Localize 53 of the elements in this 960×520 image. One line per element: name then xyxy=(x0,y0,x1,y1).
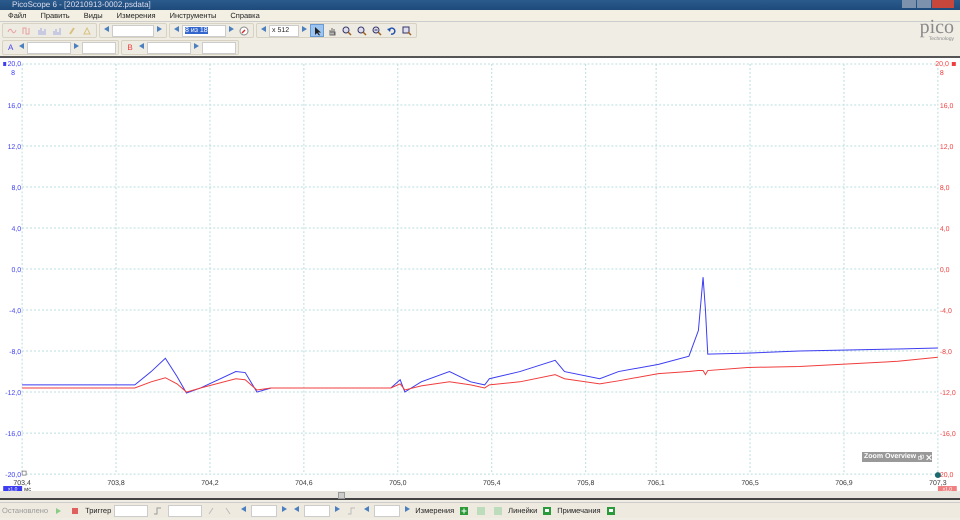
pointer-button[interactable] xyxy=(310,24,324,37)
channel-marker-icon xyxy=(952,62,956,66)
right-arrow-icon xyxy=(282,506,288,512)
input-field[interactable] xyxy=(374,504,400,516)
zoom-fit-button[interactable] xyxy=(400,24,414,37)
left-arrow-icon xyxy=(294,506,300,512)
left-arrow-icon xyxy=(174,26,179,32)
spectrum-view-icon xyxy=(37,26,47,36)
left-arrow-icon xyxy=(138,43,144,50)
undo-icon xyxy=(387,26,397,36)
compass-button[interactable] xyxy=(237,24,251,37)
zoom-in-button[interactable] xyxy=(340,24,354,37)
zoom-out-button[interactable] xyxy=(370,24,384,37)
spectrum-view-icon xyxy=(52,26,62,36)
close-icon xyxy=(926,454,932,460)
channel-button[interactable]: A xyxy=(5,41,16,54)
left-arrow-icon xyxy=(364,506,370,512)
zoom-in-button[interactable] xyxy=(355,24,369,37)
zoom-fit-icon xyxy=(402,26,412,36)
right-arrow-icon xyxy=(157,26,162,32)
pre-trigger-icon xyxy=(347,506,358,516)
left-arrow-icon xyxy=(241,506,246,512)
hand-icon xyxy=(327,26,337,36)
right-arrow-icon xyxy=(405,506,410,512)
right-arrow-icon xyxy=(335,506,340,512)
compass-icon xyxy=(239,26,249,36)
zoom-in-icon xyxy=(342,26,352,36)
right-arrow-icon xyxy=(302,26,307,32)
axis-handle-icon[interactable] xyxy=(934,472,941,478)
persistence-view-icon xyxy=(22,26,32,36)
axis-handle-icon[interactable] xyxy=(22,470,26,476)
add-icon xyxy=(459,506,470,516)
right-arrow-icon xyxy=(194,43,199,50)
signal-generator-icon xyxy=(82,26,92,36)
trigger-edge-icon xyxy=(153,506,164,516)
scroll-thumb[interactable] xyxy=(338,492,345,499)
left-arrow-icon xyxy=(19,43,24,50)
right-arrow-icon xyxy=(229,26,234,32)
zoom-in-icon xyxy=(357,26,367,36)
logo-name: pico xyxy=(920,17,954,37)
right-arrow-icon xyxy=(74,43,80,50)
left-arrow-icon xyxy=(104,26,109,32)
input-field[interactable] xyxy=(251,504,278,516)
zoom-out-icon xyxy=(372,26,382,36)
restore-icon xyxy=(918,454,924,460)
channel-marker-icon xyxy=(3,62,6,66)
scope-view-icon xyxy=(7,26,17,36)
left-arrow-icon xyxy=(261,26,266,32)
input-field[interactable] xyxy=(304,504,330,516)
pointer-icon xyxy=(312,26,322,36)
play-icon xyxy=(53,506,64,516)
window-title: PicoScope 6 - [20210913-0002.psdata] xyxy=(12,0,151,9)
stop-icon xyxy=(70,506,80,516)
